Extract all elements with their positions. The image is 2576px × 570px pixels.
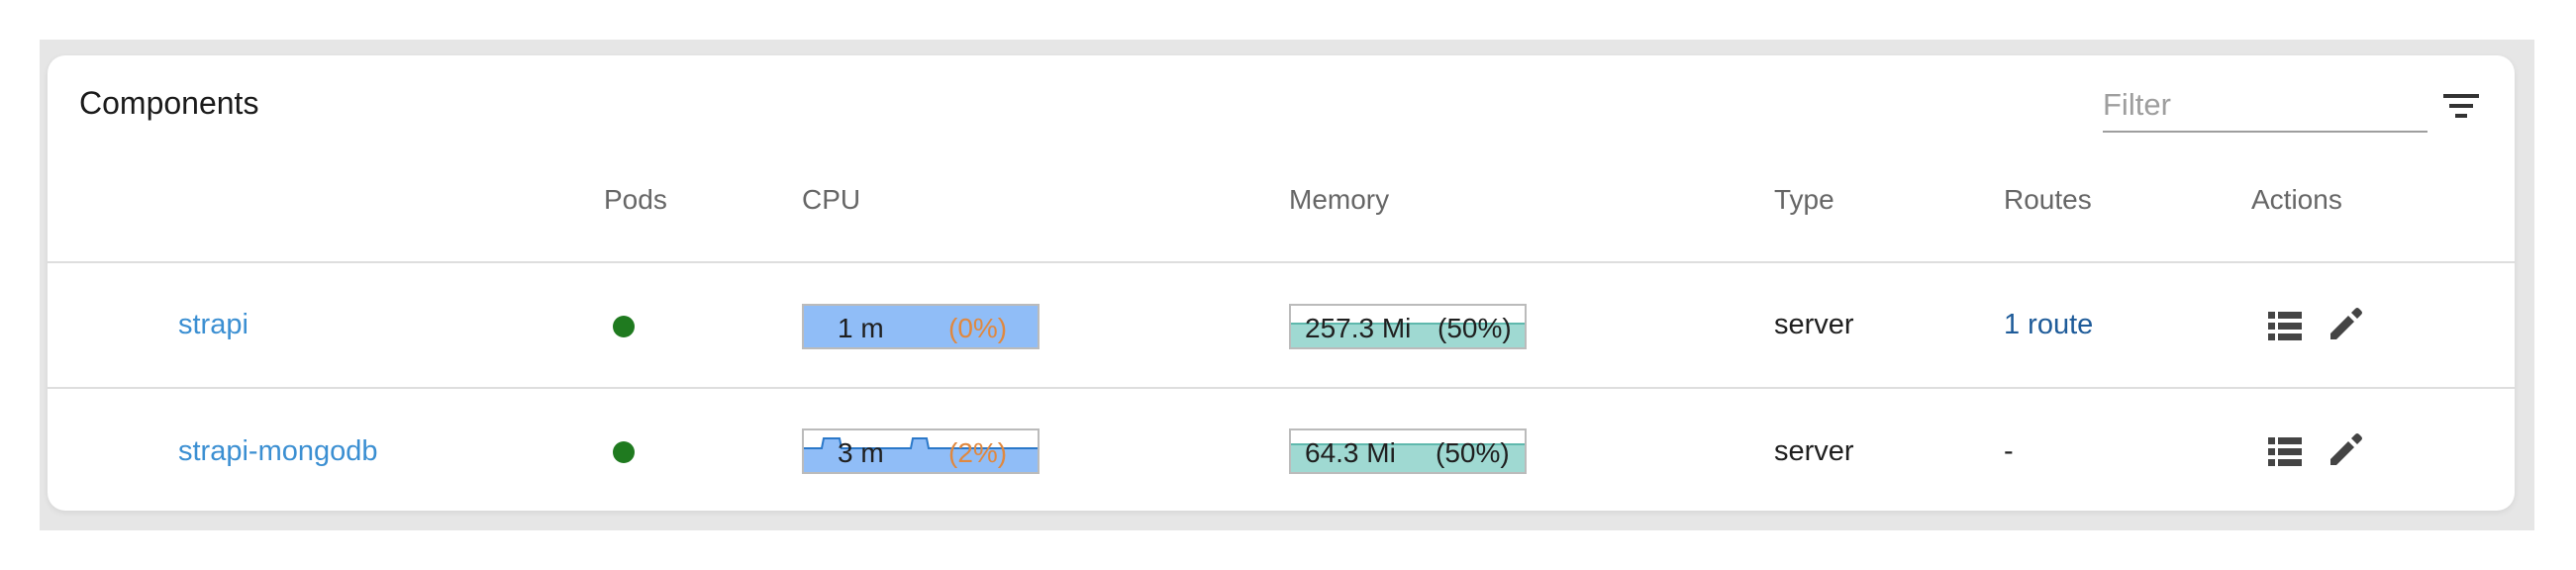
column-header-cpu: CPU bbox=[802, 184, 861, 215]
component-name-link[interactable]: strapi-mongodb bbox=[178, 435, 378, 468]
filter-input[interactable] bbox=[2103, 79, 2427, 133]
column-header-routes: Routes bbox=[2004, 184, 2092, 215]
component-name-link[interactable]: strapi bbox=[178, 309, 248, 341]
memory-value: 64.3 Mi bbox=[1305, 437, 1396, 468]
column-header-type: Type bbox=[1774, 184, 1834, 215]
header-divider bbox=[48, 261, 2515, 263]
cpu-value: 1 m bbox=[838, 313, 884, 343]
component-type: server bbox=[1774, 309, 1854, 340]
pod-status-dot bbox=[613, 316, 635, 337]
memory-percent: (50%) bbox=[1436, 437, 1510, 468]
cpu-percent: (0%) bbox=[948, 313, 1008, 343]
list-icon[interactable] bbox=[2265, 432, 2305, 472]
pod-status-dot bbox=[613, 441, 635, 463]
routes-empty: - bbox=[2004, 435, 2014, 467]
cpu-percent: (2%) bbox=[948, 437, 1008, 468]
column-header-actions: Actions bbox=[2251, 184, 2342, 215]
memory-usage-bar: 257.3 Mi (50%) bbox=[1289, 304, 1527, 349]
panel-title: Components bbox=[79, 85, 259, 121]
column-header-memory: Memory bbox=[1289, 184, 1390, 215]
cpu-usage-bar: 3 m (2%) bbox=[802, 428, 1040, 474]
cpu-usage-bar: 1 m (0%) bbox=[802, 304, 1040, 349]
column-header-pods: Pods bbox=[604, 184, 667, 215]
pencil-icon[interactable] bbox=[2325, 305, 2364, 344]
list-icon[interactable] bbox=[2265, 307, 2305, 346]
row-divider bbox=[48, 387, 2515, 389]
memory-usage-bar: 64.3 Mi (50%) bbox=[1289, 428, 1527, 474]
filter-list-icon[interactable] bbox=[2439, 85, 2483, 129]
memory-value: 257.3 Mi bbox=[1305, 313, 1412, 343]
component-type: server bbox=[1774, 435, 1854, 467]
pencil-icon[interactable] bbox=[2325, 430, 2364, 470]
cpu-value: 3 m bbox=[838, 437, 884, 468]
components-panel: Components Pods CPU Memory Type Routes A… bbox=[48, 55, 2515, 511]
routes-link[interactable]: 1 route bbox=[2004, 309, 2093, 341]
memory-percent: (50%) bbox=[1437, 313, 1512, 343]
